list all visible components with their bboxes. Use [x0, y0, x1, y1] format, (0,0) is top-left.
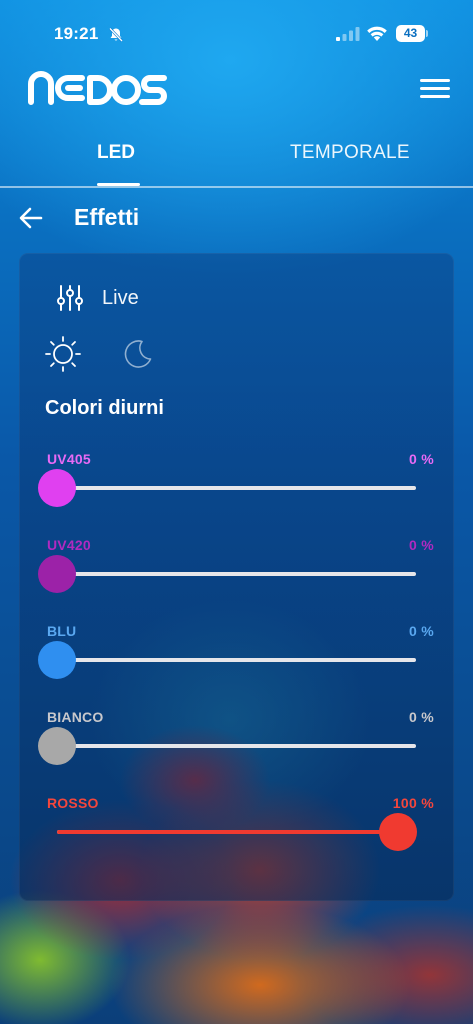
slider-label-bianco: BIANCO [47, 709, 104, 725]
section-title: Colori diurni [45, 397, 164, 419]
menu-icon[interactable] [420, 77, 450, 101]
moon-icon[interactable] [123, 339, 153, 369]
tab-bar: LED TEMPORALE [0, 130, 473, 188]
slider-thumb-uv405[interactable] [38, 469, 76, 507]
battery-level: 43 [403, 26, 418, 40]
slider-row-bianco: BIANCO 0 % [19, 709, 454, 769]
tab-temporale[interactable]: TEMPORALE [290, 142, 410, 164]
tab-led[interactable]: LED [97, 142, 135, 164]
slider-row-uv420: UV420 0 % [19, 537, 454, 597]
slider-thumb-blu[interactable] [38, 641, 76, 679]
slider-thumb-uv420[interactable] [38, 555, 76, 593]
slider-row-blu: BLU 0 % [19, 623, 454, 683]
slider-thumb-bianco[interactable] [38, 727, 76, 765]
tabs-divider [0, 186, 473, 188]
slider-label-blu: BLU [47, 623, 77, 639]
slider-track-uv405[interactable] [57, 486, 416, 490]
nedos-logo [28, 71, 167, 105]
slider-track-uv420[interactable] [57, 572, 416, 576]
bell-slash-icon [109, 27, 123, 42]
back-arrow-icon[interactable] [18, 206, 44, 230]
effects-card: Live Colori diurni UV405 0 % UV420 0 % BLU 0 … [19, 253, 454, 901]
wifi-icon [367, 26, 387, 41]
status-bar: 19:21 43 [0, 0, 473, 64]
slider-label-uv420: UV420 [47, 537, 91, 553]
slider-value-uv420: 0 % [408, 537, 434, 553]
slider-track-blu[interactable] [57, 658, 416, 662]
status-time: 19:21 [54, 24, 99, 43]
sliders-icon [57, 285, 83, 311]
live-label: Live [102, 287, 139, 309]
slider-row-rosso: ROSSO 100 % [19, 795, 454, 855]
slider-value-uv405: 0 % [408, 451, 434, 467]
slider-row-uv405: UV405 0 % [19, 451, 454, 511]
sun-icon[interactable] [44, 335, 82, 373]
slider-thumb-rosso[interactable] [379, 813, 417, 851]
slider-label-rosso: ROSSO [47, 795, 99, 811]
slider-label-uv405: UV405 [47, 451, 91, 467]
slider-value-blu: 0 % [408, 623, 434, 639]
battery-icon: 43 [396, 25, 428, 42]
signal-icon [336, 27, 360, 41]
slider-fill-rosso [57, 830, 416, 834]
slider-value-rosso: 100 % [392, 795, 434, 811]
page-title: Effetti [74, 204, 140, 230]
slider-value-bianco: 0 % [408, 709, 434, 725]
slider-track-bianco[interactable] [57, 744, 416, 748]
